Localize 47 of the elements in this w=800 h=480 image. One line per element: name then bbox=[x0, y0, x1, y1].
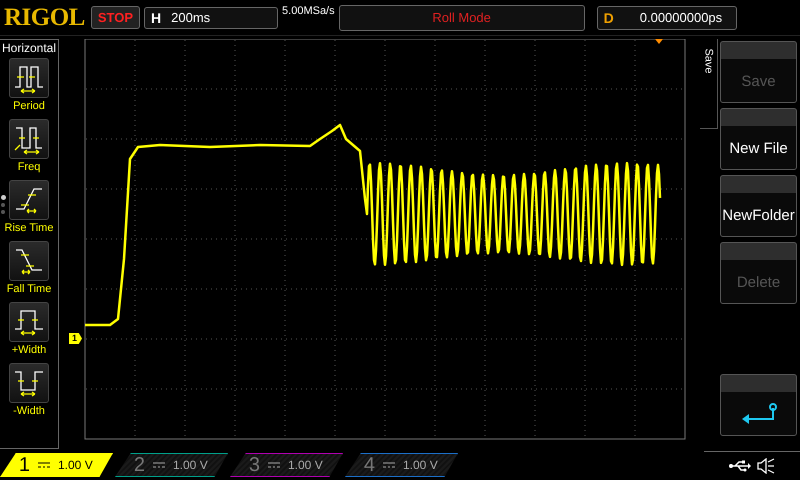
measure-label: +Width bbox=[12, 344, 46, 356]
delay-value: 0.00000000ps bbox=[640, 10, 722, 25]
dc-coupling-icon bbox=[153, 461, 165, 469]
back-button[interactable] bbox=[720, 374, 797, 436]
delay-label: D bbox=[604, 10, 614, 26]
channel-tab[interactable]: 4 1.00 V bbox=[345, 453, 458, 477]
timebase-label: H bbox=[151, 10, 162, 26]
sample-rate: 5.00MSa/s bbox=[282, 5, 335, 17]
measure-button[interactable] bbox=[9, 180, 49, 220]
channel-scale: 1.00 V bbox=[173, 458, 208, 472]
dc-coupling-icon bbox=[383, 461, 395, 469]
dc-coupling-icon bbox=[38, 461, 50, 469]
channel-scale: 1.00 V bbox=[58, 458, 93, 472]
softkey-button[interactable]: New File bbox=[720, 108, 797, 170]
channel-scale: 1.00 V bbox=[288, 458, 323, 472]
measure-label: Rise Time bbox=[4, 222, 54, 234]
delay-display[interactable]: D 0.00000000ps bbox=[596, 6, 737, 30]
measure-button[interactable] bbox=[9, 302, 49, 342]
measure-label: Period bbox=[13, 100, 45, 112]
dc-coupling-icon bbox=[268, 461, 280, 469]
channel-tab[interactable]: 3 1.00 V bbox=[230, 453, 343, 477]
measure-button[interactable] bbox=[9, 119, 49, 159]
usb-icon bbox=[729, 460, 751, 472]
channel-marker[interactable]: 1 bbox=[69, 333, 82, 344]
channel-tab[interactable]: 2 1.00 V bbox=[115, 453, 228, 477]
channel-tab[interactable]: 1 1.00 V bbox=[0, 453, 113, 477]
channel-scale: 1.00 V bbox=[403, 458, 438, 472]
channel-number: 1 bbox=[18, 454, 30, 476]
softkey-button[interactable]: NewFolder bbox=[720, 175, 797, 237]
channel-number: 2 bbox=[132, 454, 145, 476]
measure-label: Freq bbox=[18, 161, 40, 173]
measure-label: -Width bbox=[13, 405, 45, 417]
menu-title: Save bbox=[702, 48, 714, 74]
measure-button[interactable] bbox=[9, 241, 49, 281]
mode-display: Roll Mode bbox=[338, 4, 585, 30]
measure-button[interactable] bbox=[9, 363, 49, 403]
trigger-position-marker bbox=[655, 39, 663, 44]
measure-button[interactable] bbox=[9, 58, 49, 98]
speaker-muted-icon bbox=[757, 458, 775, 474]
channel-number: 4 bbox=[362, 454, 375, 476]
measure-label: Fall Time bbox=[6, 283, 52, 295]
timebase-value: 200ms bbox=[171, 10, 210, 25]
run-stop-button[interactable]: STOP bbox=[90, 6, 140, 29]
timebase-display[interactable]: H 200ms bbox=[144, 6, 278, 28]
channel-number: 3 bbox=[248, 454, 260, 476]
brand-logo: RIGOL bbox=[4, 4, 85, 32]
panel-title: Horizontal bbox=[2, 41, 56, 55]
